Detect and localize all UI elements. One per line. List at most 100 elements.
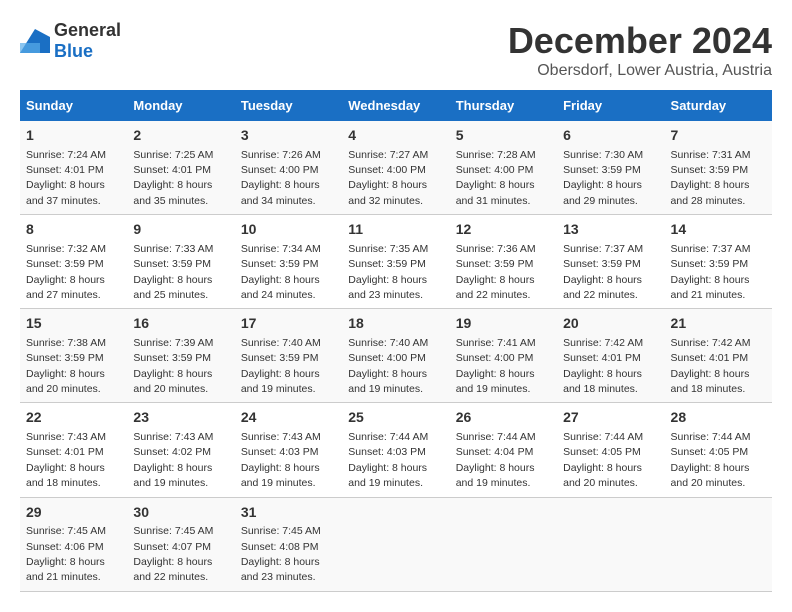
day-cell-2: 2 Sunrise: 7:25 AM Sunset: 4:01 PM Dayli…: [127, 121, 234, 215]
day-cell-1: 1 Sunrise: 7:24 AM Sunset: 4:01 PM Dayli…: [20, 121, 127, 215]
day-daylight: Daylight: 8 hours and 19 minutes.: [456, 368, 535, 395]
day-sunrise: Sunrise: 7:26 AM: [241, 149, 321, 161]
day-sunrise: Sunrise: 7:35 AM: [348, 243, 428, 255]
day-number: 1: [26, 126, 121, 146]
day-daylight: Daylight: 8 hours and 29 minutes.: [563, 179, 642, 206]
day-number: 29: [26, 503, 121, 523]
header-monday: Monday: [127, 90, 234, 121]
day-daylight: Daylight: 8 hours and 19 minutes.: [241, 462, 320, 489]
day-sunrise: Sunrise: 7:24 AM: [26, 149, 106, 161]
day-sunset: Sunset: 3:59 PM: [563, 164, 641, 176]
day-sunrise: Sunrise: 7:42 AM: [563, 337, 643, 349]
day-cell-18: 18 Sunrise: 7:40 AM Sunset: 4:00 PM Dayl…: [342, 309, 449, 403]
day-sunrise: Sunrise: 7:44 AM: [456, 431, 536, 443]
day-sunset: Sunset: 4:01 PM: [133, 164, 211, 176]
day-number: 22: [26, 408, 121, 428]
day-cell-28: 28 Sunrise: 7:44 AM Sunset: 4:05 PM Dayl…: [665, 403, 772, 497]
day-number: 12: [456, 220, 551, 240]
day-sunset: Sunset: 3:59 PM: [563, 258, 641, 270]
day-number: 9: [133, 220, 228, 240]
day-sunset: Sunset: 4:03 PM: [241, 446, 319, 458]
day-sunset: Sunset: 3:59 PM: [133, 258, 211, 270]
location-title: Obersdorf, Lower Austria, Austria: [508, 62, 772, 80]
day-cell-21: 21 Sunrise: 7:42 AM Sunset: 4:01 PM Dayl…: [665, 309, 772, 403]
day-daylight: Daylight: 8 hours and 37 minutes.: [26, 179, 105, 206]
day-sunrise: Sunrise: 7:44 AM: [671, 431, 751, 443]
day-daylight: Daylight: 8 hours and 21 minutes.: [26, 556, 105, 583]
day-cell-7: 7 Sunrise: 7:31 AM Sunset: 3:59 PM Dayli…: [665, 121, 772, 215]
day-number: 15: [26, 314, 121, 334]
day-daylight: Daylight: 8 hours and 24 minutes.: [241, 274, 320, 301]
day-sunset: Sunset: 4:03 PM: [348, 446, 426, 458]
empty-cell: [665, 497, 772, 591]
calendar-table: Sunday Monday Tuesday Wednesday Thursday…: [20, 90, 772, 592]
day-sunrise: Sunrise: 7:32 AM: [26, 243, 106, 255]
day-number: 4: [348, 126, 443, 146]
day-sunset: Sunset: 4:00 PM: [348, 164, 426, 176]
day-sunset: Sunset: 4:00 PM: [456, 164, 534, 176]
logo-general: General: [54, 20, 121, 40]
day-number: 31: [241, 503, 336, 523]
day-cell-16: 16 Sunrise: 7:39 AM Sunset: 3:59 PM Dayl…: [127, 309, 234, 403]
day-sunset: Sunset: 4:07 PM: [133, 541, 211, 553]
day-sunrise: Sunrise: 7:40 AM: [348, 337, 428, 349]
day-sunrise: Sunrise: 7:41 AM: [456, 337, 536, 349]
day-cell-9: 9 Sunrise: 7:33 AM Sunset: 3:59 PM Dayli…: [127, 215, 234, 309]
day-sunrise: Sunrise: 7:43 AM: [26, 431, 106, 443]
day-sunrise: Sunrise: 7:45 AM: [26, 525, 106, 537]
day-number: 21: [671, 314, 766, 334]
day-sunrise: Sunrise: 7:39 AM: [133, 337, 213, 349]
day-cell-22: 22 Sunrise: 7:43 AM Sunset: 4:01 PM Dayl…: [20, 403, 127, 497]
month-title: December 2024: [508, 20, 772, 62]
week-row-3: 15 Sunrise: 7:38 AM Sunset: 3:59 PM Dayl…: [20, 309, 772, 403]
day-sunset: Sunset: 4:00 PM: [348, 352, 426, 364]
day-cell-3: 3 Sunrise: 7:26 AM Sunset: 4:00 PM Dayli…: [235, 121, 342, 215]
day-cell-23: 23 Sunrise: 7:43 AM Sunset: 4:02 PM Dayl…: [127, 403, 234, 497]
header-thursday: Thursday: [450, 90, 557, 121]
day-daylight: Daylight: 8 hours and 32 minutes.: [348, 179, 427, 206]
day-daylight: Daylight: 8 hours and 27 minutes.: [26, 274, 105, 301]
day-sunset: Sunset: 3:59 PM: [456, 258, 534, 270]
day-sunset: Sunset: 4:01 PM: [26, 164, 104, 176]
day-sunrise: Sunrise: 7:33 AM: [133, 243, 213, 255]
day-number: 13: [563, 220, 658, 240]
day-number: 7: [671, 126, 766, 146]
day-number: 23: [133, 408, 228, 428]
day-sunset: Sunset: 3:59 PM: [348, 258, 426, 270]
logo: General Blue: [20, 20, 121, 62]
day-daylight: Daylight: 8 hours and 19 minutes.: [348, 462, 427, 489]
empty-cell: [450, 497, 557, 591]
day-number: 2: [133, 126, 228, 146]
empty-cell: [557, 497, 664, 591]
day-daylight: Daylight: 8 hours and 31 minutes.: [456, 179, 535, 206]
day-cell-5: 5 Sunrise: 7:28 AM Sunset: 4:00 PM Dayli…: [450, 121, 557, 215]
day-cell-25: 25 Sunrise: 7:44 AM Sunset: 4:03 PM Dayl…: [342, 403, 449, 497]
logo-text: General Blue: [54, 20, 121, 62]
day-sunrise: Sunrise: 7:34 AM: [241, 243, 321, 255]
day-daylight: Daylight: 8 hours and 22 minutes.: [563, 274, 642, 301]
day-sunset: Sunset: 4:05 PM: [563, 446, 641, 458]
header-sunday: Sunday: [20, 90, 127, 121]
day-number: 19: [456, 314, 551, 334]
day-daylight: Daylight: 8 hours and 20 minutes.: [671, 462, 750, 489]
day-daylight: Daylight: 8 hours and 19 minutes.: [348, 368, 427, 395]
day-sunset: Sunset: 3:59 PM: [133, 352, 211, 364]
day-daylight: Daylight: 8 hours and 28 minutes.: [671, 179, 750, 206]
day-sunset: Sunset: 4:06 PM: [26, 541, 104, 553]
day-number: 14: [671, 220, 766, 240]
day-sunrise: Sunrise: 7:28 AM: [456, 149, 536, 161]
header-tuesday: Tuesday: [235, 90, 342, 121]
day-sunset: Sunset: 4:01 PM: [563, 352, 641, 364]
day-sunrise: Sunrise: 7:36 AM: [456, 243, 536, 255]
day-daylight: Daylight: 8 hours and 22 minutes.: [456, 274, 535, 301]
day-sunset: Sunset: 3:59 PM: [241, 352, 319, 364]
day-number: 8: [26, 220, 121, 240]
day-number: 26: [456, 408, 551, 428]
day-number: 28: [671, 408, 766, 428]
day-number: 17: [241, 314, 336, 334]
day-sunset: Sunset: 3:59 PM: [241, 258, 319, 270]
day-daylight: Daylight: 8 hours and 18 minutes.: [26, 462, 105, 489]
day-daylight: Daylight: 8 hours and 23 minutes.: [348, 274, 427, 301]
day-daylight: Daylight: 8 hours and 20 minutes.: [26, 368, 105, 395]
day-cell-20: 20 Sunrise: 7:42 AM Sunset: 4:01 PM Dayl…: [557, 309, 664, 403]
